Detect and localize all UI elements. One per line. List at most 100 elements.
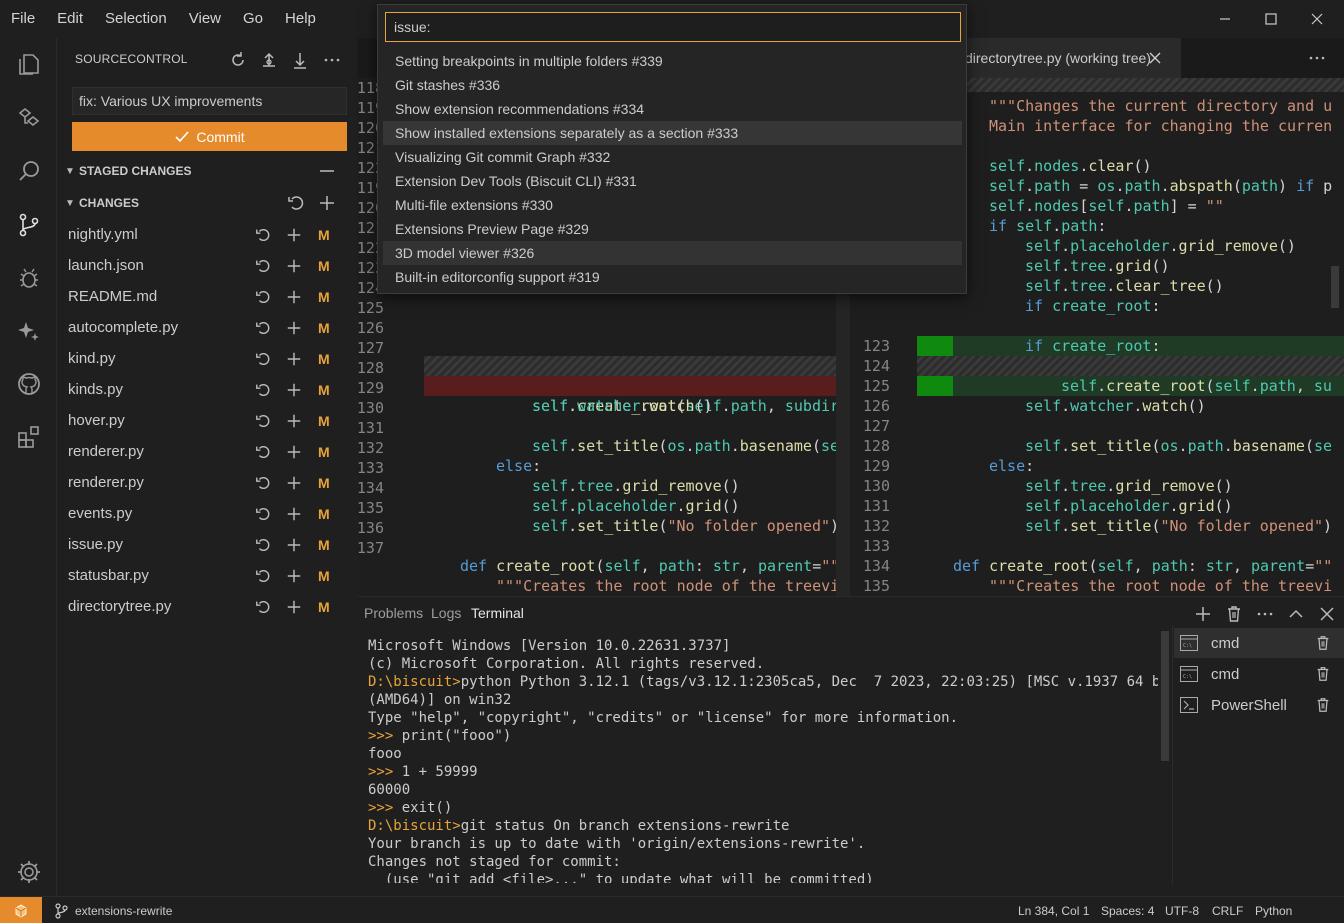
delete-terminal-button[interactable]: [1314, 696, 1332, 714]
discard-file-button[interactable]: [251, 378, 275, 402]
discard-file-button[interactable]: [251, 533, 275, 557]
stage-file-button[interactable]: [282, 533, 306, 557]
changed-file-row[interactable]: README.md M: [57, 281, 358, 312]
stage-file-button[interactable]: [282, 347, 306, 371]
stage-file-button[interactable]: [282, 254, 306, 278]
panel-more-button[interactable]: [1253, 602, 1277, 626]
discard-file-button[interactable]: [251, 285, 275, 309]
maximize-button[interactable]: [1247, 0, 1295, 38]
discard-file-button[interactable]: [251, 254, 275, 278]
branch-name[interactable]: extensions-rewrite: [75, 904, 172, 918]
explorer-button[interactable]: [13, 48, 45, 80]
palette-item[interactable]: Git stashes #336: [383, 73, 962, 97]
discard-file-button[interactable]: [251, 347, 275, 371]
changed-file-row[interactable]: statusbar.py M: [57, 560, 358, 591]
close-tab-icon[interactable]: [1148, 51, 1162, 65]
changed-file-row[interactable]: hover.py M: [57, 405, 358, 436]
stage-file-button[interactable]: [282, 409, 306, 433]
tab-logs[interactable]: Logs: [431, 605, 461, 621]
terminal-output[interactable]: Microsoft Windows [Version 10.0.22631.37…: [358, 637, 1158, 883]
menu-help[interactable]: Help: [274, 0, 327, 38]
tab-directorytree[interactable]: directorytree.py (working tree): [948, 38, 1181, 78]
discard-file-button[interactable]: [251, 409, 275, 433]
extensions-button[interactable]: [13, 421, 45, 453]
terminal-instance[interactable]: PowerShell: [1174, 690, 1344, 720]
terminal-instance[interactable]: C:\ cmd: [1174, 628, 1344, 658]
unstage-all-button[interactable]: [315, 159, 339, 183]
changed-file-row[interactable]: renderer.py M: [57, 436, 358, 467]
menu-view[interactable]: View: [178, 0, 232, 38]
outline-button[interactable]: [13, 102, 45, 134]
palette-item[interactable]: Setting breakpoints in multiple folders …: [383, 49, 962, 73]
ai-button[interactable]: [13, 315, 45, 347]
editor-scrollbar[interactable]: [1331, 266, 1339, 308]
stage-file-button[interactable]: [282, 564, 306, 588]
changed-file-row[interactable]: renderer.py M: [57, 467, 358, 498]
changed-file-row[interactable]: nightly.yml M: [57, 219, 358, 250]
github-button[interactable]: [13, 368, 45, 400]
terminal-instance[interactable]: C:\ cmd: [1174, 659, 1344, 689]
pull-button[interactable]: [288, 48, 312, 72]
palette-item[interactable]: Show installed extensions separately as …: [383, 121, 962, 145]
stage-all-button[interactable]: [315, 191, 339, 215]
commit-message-input[interactable]: [72, 87, 347, 115]
terminal-scrollbar[interactable]: [1161, 631, 1169, 761]
maximize-panel-button[interactable]: [1284, 602, 1308, 626]
discard-file-button[interactable]: [251, 440, 275, 464]
stage-file-button[interactable]: [282, 471, 306, 495]
changes-header[interactable]: ▼ CHANGES: [61, 192, 139, 214]
discard-file-button[interactable]: [251, 595, 275, 619]
palette-item[interactable]: Extensions Preview Page #329: [383, 217, 962, 241]
palette-item[interactable]: Extension Dev Tools (Biscuit CLI) #331: [383, 169, 962, 193]
palette-item[interactable]: Visualizing Git commit Graph #332: [383, 145, 962, 169]
indentation[interactable]: Spaces: 4: [1101, 904, 1154, 918]
language-mode[interactable]: Python: [1255, 904, 1292, 918]
stage-file-button[interactable]: [282, 285, 306, 309]
palette-item[interactable]: Multi-file extensions #330: [383, 193, 962, 217]
commit-button[interactable]: Commit: [72, 122, 347, 151]
search-button[interactable]: [13, 155, 45, 187]
discard-file-button[interactable]: [251, 316, 275, 340]
more-actions-button[interactable]: [320, 48, 344, 72]
new-terminal-button[interactable]: [1191, 602, 1215, 626]
refresh-button[interactable]: [226, 48, 250, 72]
stage-file-button[interactable]: [282, 316, 306, 340]
delete-terminal-button[interactable]: [1314, 634, 1332, 652]
encoding[interactable]: UTF-8: [1165, 904, 1199, 918]
stage-file-button[interactable]: [282, 440, 306, 464]
settings-button[interactable]: [13, 856, 45, 888]
push-button[interactable]: [257, 48, 281, 72]
stage-file-button[interactable]: [282, 223, 306, 247]
close-panel-button[interactable]: [1315, 602, 1339, 626]
discard-file-button[interactable]: [251, 564, 275, 588]
line-ending[interactable]: CRLF: [1212, 904, 1243, 918]
menu-file[interactable]: File: [0, 0, 46, 38]
stage-file-button[interactable]: [282, 502, 306, 526]
close-window-button[interactable]: [1293, 0, 1341, 38]
cursor-position[interactable]: Ln 384, Col 1: [1018, 904, 1089, 918]
discard-file-button[interactable]: [251, 502, 275, 526]
minimize-button[interactable]: [1201, 0, 1249, 38]
changed-file-row[interactable]: autocomplete.py M: [57, 312, 358, 343]
delete-terminal-button[interactable]: [1314, 665, 1332, 683]
changed-file-row[interactable]: issue.py M: [57, 529, 358, 560]
menu-selection[interactable]: Selection: [94, 0, 178, 38]
palette-item[interactable]: Show extension recommendations #334: [383, 97, 962, 121]
tab-problems[interactable]: Problems: [364, 605, 423, 621]
discard-all-button[interactable]: [284, 191, 308, 215]
debug-button[interactable]: [13, 262, 45, 294]
discard-file-button[interactable]: [251, 471, 275, 495]
ellipsis-icon[interactable]: [1308, 51, 1326, 65]
stage-file-button[interactable]: [282, 378, 306, 402]
menu-edit[interactable]: Edit: [46, 0, 94, 38]
app-logo-button[interactable]: [0, 897, 42, 923]
menu-go[interactable]: Go: [232, 0, 274, 38]
kill-terminal-button[interactable]: [1222, 602, 1246, 626]
changed-file-row[interactable]: events.py M: [57, 498, 358, 529]
stage-file-button[interactable]: [282, 595, 306, 619]
tab-terminal[interactable]: Terminal: [471, 605, 524, 621]
palette-item[interactable]: 3D model viewer #326: [383, 241, 962, 265]
discard-file-button[interactable]: [251, 223, 275, 247]
changed-file-row[interactable]: kinds.py M: [57, 374, 358, 405]
changed-file-row[interactable]: kind.py M: [57, 343, 358, 374]
